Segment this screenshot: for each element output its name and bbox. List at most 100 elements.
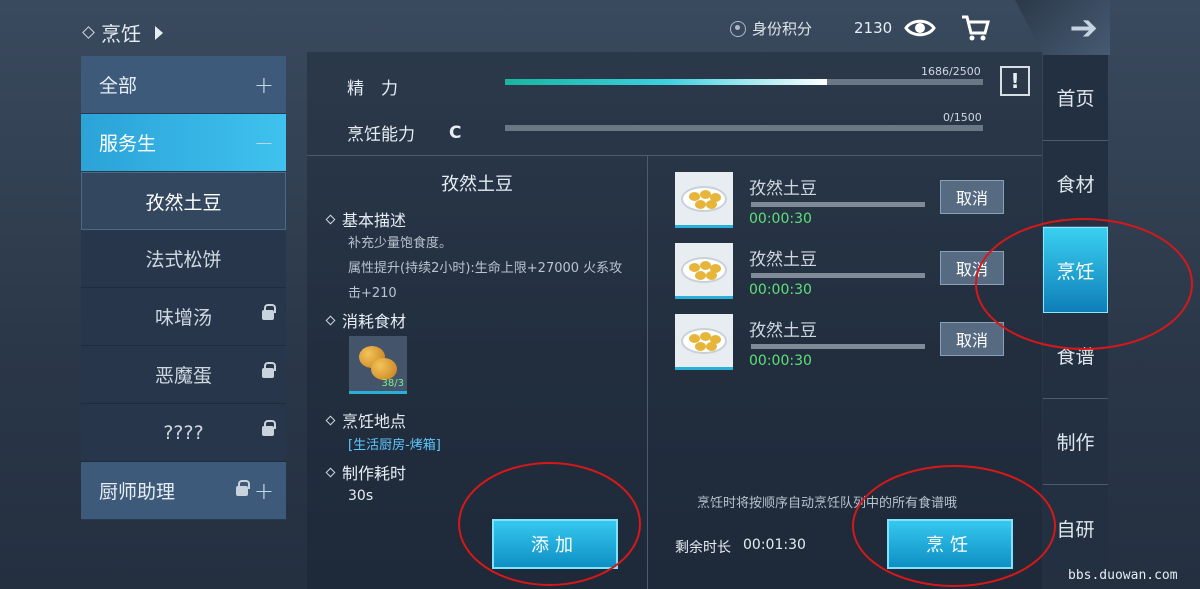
category-label: 厨师助理 xyxy=(99,481,176,503)
recipe-item[interactable]: 味增汤 xyxy=(81,288,286,346)
section-heading: 制作耗时 xyxy=(325,460,407,484)
diamond-icon xyxy=(325,315,336,325)
energy-bar-fill xyxy=(505,79,828,85)
lock-icon xyxy=(262,362,276,378)
cooking-place[interactable]: [生活厨房-烤箱] xyxy=(348,434,441,453)
queue-item: 孜然土豆 00:00:30 取消 xyxy=(675,243,1005,307)
potato-icon xyxy=(371,358,397,380)
page-title: 烹饪 xyxy=(101,22,141,46)
eye-icon[interactable] xyxy=(903,12,937,44)
identity-score: 身份积分 xyxy=(730,18,812,39)
queue-time: 00:00:30 xyxy=(749,282,812,298)
annotation-circle xyxy=(975,218,1193,350)
nav-home[interactable]: 首页 xyxy=(1043,55,1108,141)
desc-heading: 基本描述 xyxy=(342,211,407,230)
energy-label: 精 力 xyxy=(347,79,398,99)
dish-thumbnail xyxy=(675,314,733,370)
category-chef-assistant[interactable]: 厨师助理 + xyxy=(81,462,286,520)
remaining-time: 剩余时长 00:01:30 xyxy=(675,537,806,557)
recipe-label: 恶魔蛋 xyxy=(154,365,212,387)
place-heading: 烹饪地点 xyxy=(342,412,407,431)
recipe-item[interactable]: ???? xyxy=(81,404,286,462)
section-heading: 基本描述 xyxy=(325,207,407,231)
queue-progress xyxy=(751,344,925,349)
breadcrumb: 烹饪 xyxy=(82,18,163,47)
divider xyxy=(647,155,648,589)
recipe-item[interactable]: 法式松饼 xyxy=(81,230,286,288)
category-label: 全部 xyxy=(99,75,138,97)
queue-progress xyxy=(751,273,925,278)
cooking-grade: C xyxy=(449,122,462,143)
info-button[interactable]: ! xyxy=(1000,66,1030,96)
cooking-time: 30s xyxy=(348,488,374,504)
energy-row: 精 力 xyxy=(347,74,398,99)
desc-line: 属性提升(持续2小时):生命上限+27000 火系攻击+210 xyxy=(348,261,623,301)
recipe-item[interactable]: 恶魔蛋 xyxy=(81,346,286,404)
diamond-icon xyxy=(82,26,95,39)
queue-item: 孜然土豆 00:00:30 取消 xyxy=(675,314,1005,378)
cart-icon[interactable] xyxy=(958,12,992,44)
time-heading: 制作耗时 xyxy=(342,464,407,483)
queue-name: 孜然土豆 xyxy=(749,321,817,341)
lock-icon xyxy=(262,304,276,320)
dish-thumbnail xyxy=(675,172,733,228)
play-arrow-icon[interactable] xyxy=(155,25,163,40)
plus-icon: + xyxy=(253,476,274,505)
queue-item: 孜然土豆 00:00:30 取消 xyxy=(675,172,1005,236)
section-heading: 烹饪地点 xyxy=(325,408,407,432)
score-value: 2130 xyxy=(854,19,893,37)
recipe-label: 味增汤 xyxy=(154,307,212,329)
plate-icon xyxy=(681,186,727,212)
lock-icon xyxy=(235,479,250,496)
ingredient-slot[interactable]: 38/3 xyxy=(349,336,407,394)
cancel-button[interactable]: 取消 xyxy=(940,180,1004,214)
cooking-value: 0/1500 xyxy=(943,111,982,124)
queue-progress xyxy=(751,202,925,207)
annotation-circle xyxy=(458,462,641,586)
recipe-title: 孜然土豆 xyxy=(441,174,513,195)
queue-time: 00:00:30 xyxy=(749,211,812,227)
energy-bar xyxy=(505,79,983,85)
cancel-button[interactable]: 取消 xyxy=(940,322,1004,356)
cooking-ability-row: 烹饪能力 C xyxy=(347,120,462,146)
diamond-icon xyxy=(325,415,336,425)
ingredient-count: 38/3 xyxy=(381,378,404,389)
queue-name: 孜然土豆 xyxy=(749,250,817,270)
recipe-label: 孜然土豆 xyxy=(145,191,222,214)
category-waiter[interactable]: 服务生 − xyxy=(81,114,286,172)
desc-text: 补充少量饱食度。 属性提升(持续2小时):生命上限+27000 火系攻击+210 xyxy=(348,231,628,306)
nav-ingredients[interactable]: 食材 xyxy=(1043,141,1108,227)
dish-thumbnail xyxy=(675,243,733,299)
category-label: 服务生 xyxy=(99,133,157,155)
nav-crafting[interactable]: 制作 xyxy=(1043,399,1108,485)
section-heading: 消耗食材 xyxy=(325,308,407,332)
recipe-label: ???? xyxy=(163,421,204,444)
minus-icon: − xyxy=(253,128,274,157)
top-bar: 烹饪 身份积分 2130 ➔ xyxy=(0,0,1110,55)
annotation-circle xyxy=(852,465,1056,587)
category-list: 全部 + 服务生 − 孜然土豆 法式松饼 味增汤 恶魔蛋 ???? 厨师助理 + xyxy=(81,56,286,520)
ingredients-heading: 消耗食材 xyxy=(342,312,407,331)
user-icon xyxy=(730,20,746,37)
lock-icon xyxy=(262,420,276,436)
back-button[interactable]: ➔ xyxy=(1015,0,1110,55)
diamond-icon xyxy=(325,214,336,224)
category-all[interactable]: 全部 + xyxy=(81,56,286,114)
queue-time: 00:00:30 xyxy=(749,353,812,369)
plate-icon xyxy=(681,257,727,283)
remaining-label: 剩余时长 xyxy=(675,540,731,556)
score-label: 身份积分 xyxy=(752,20,813,38)
arrow-right-icon: ➔ xyxy=(1069,8,1099,48)
divider xyxy=(307,155,1042,156)
remaining-value: 00:01:30 xyxy=(743,537,806,553)
plate-icon xyxy=(681,328,727,354)
recipe-label: 法式松饼 xyxy=(145,249,222,271)
queue-name: 孜然土豆 xyxy=(749,179,817,199)
recipe-item[interactable]: 孜然土豆 xyxy=(81,172,286,230)
cooking-screen: 烹饪 身份积分 2130 ➔ 全部 + 服务生 − 孜然土豆 法式松饼 味增汤 … xyxy=(0,0,1200,589)
diamond-icon xyxy=(325,467,336,477)
desc-line: 补充少量饱食度。 xyxy=(348,236,453,251)
energy-value: 1686/2500 xyxy=(921,65,981,78)
cooking-bar xyxy=(505,125,983,131)
cooking-ability-label: 烹饪能力 xyxy=(347,125,415,145)
